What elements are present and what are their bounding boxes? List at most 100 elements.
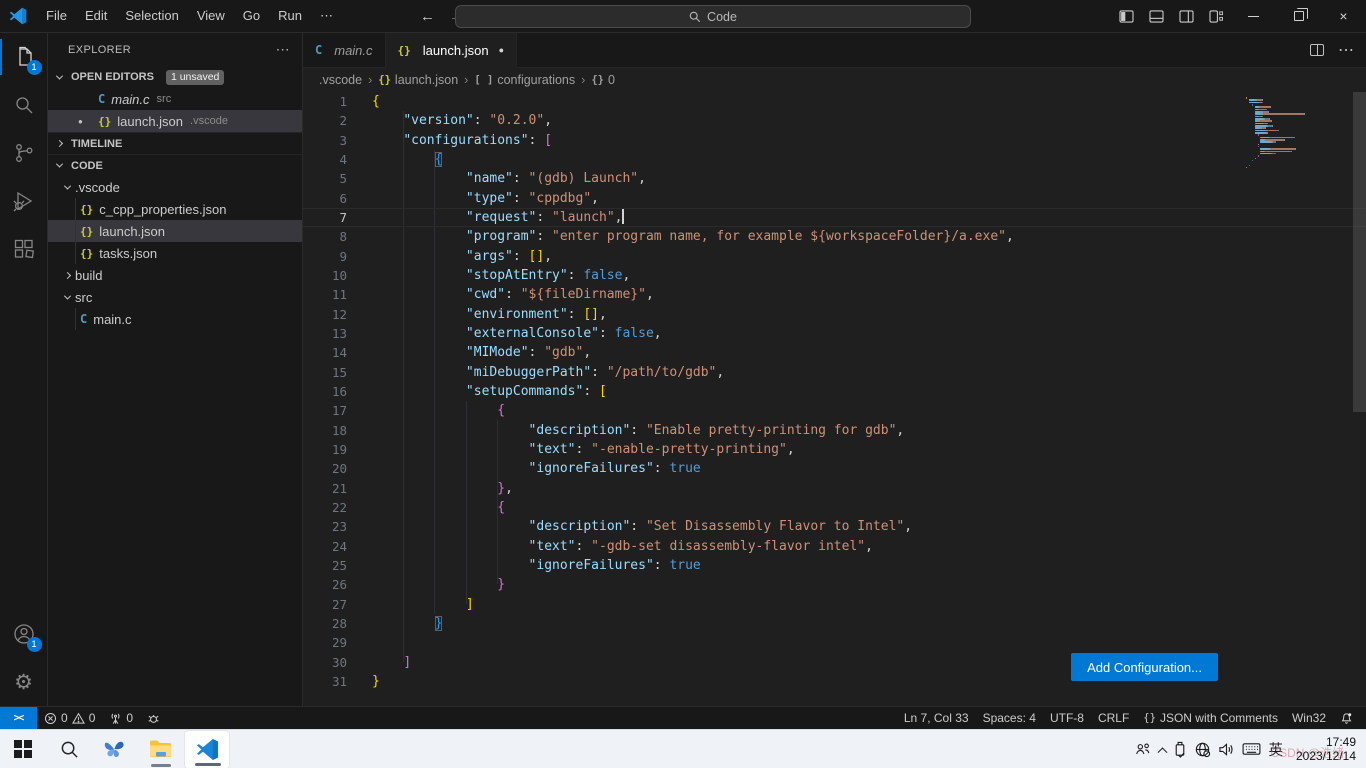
add-configuration-button[interactable]: Add Configuration... (1071, 653, 1218, 681)
line-number[interactable]: 25 (303, 556, 347, 575)
taskbar-search-button[interactable] (46, 730, 92, 768)
touch-keyboard-icon[interactable] (1242, 742, 1261, 756)
tree-item-src[interactable]: src (48, 286, 302, 308)
vscode-taskbar-button[interactable] (184, 730, 230, 768)
split-editor-icon[interactable] (1310, 44, 1324, 56)
menu-item-run[interactable]: Run (269, 5, 311, 27)
code-line-4[interactable]: 4 { (303, 150, 1366, 169)
line-number[interactable]: 21 (303, 479, 347, 498)
menu-item-go[interactable]: Go (234, 5, 269, 27)
scrollbar-thumb[interactable] (1353, 92, 1366, 412)
line-number[interactable]: 9 (303, 247, 347, 266)
line-number[interactable]: 11 (303, 285, 347, 304)
line-number[interactable]: 26 (303, 575, 347, 594)
code-line-14[interactable]: 14 "MIMode": "gdb", (303, 343, 1366, 362)
status-utf-8[interactable]: UTF-8 (1043, 707, 1091, 729)
code-line-2[interactable]: 2 "version": "0.2.0", (303, 111, 1366, 130)
code-line-18[interactable]: 18 "description": "Enable pretty-printin… (303, 421, 1366, 440)
network-globe-icon[interactable] (1194, 741, 1211, 758)
line-number[interactable]: 28 (303, 614, 347, 633)
menu-item-file[interactable]: File (37, 5, 76, 27)
speaker-icon[interactable] (1218, 742, 1235, 757)
line-number[interactable]: 31 (303, 672, 347, 691)
code-line-21[interactable]: 21 }, (303, 479, 1366, 498)
code-line-26[interactable]: 26 } (303, 575, 1366, 594)
line-number[interactable]: 7 (303, 208, 347, 227)
open-editor-launch.json[interactable]: ●{}launch.json.vscode (48, 110, 302, 132)
status-win32[interactable]: Win32 (1285, 707, 1333, 729)
line-number[interactable]: 22 (303, 498, 347, 517)
tree-item-.vscode[interactable]: .vscode (48, 176, 302, 198)
menu-item-view[interactable]: View (188, 5, 234, 27)
code-line-23[interactable]: 23 "description": "Set Disassembly Flavo… (303, 517, 1366, 536)
line-number[interactable]: 20 (303, 459, 347, 478)
code-line-11[interactable]: 11 "cwd": "${fileDirname}", (303, 285, 1366, 304)
menu-item-more[interactable]: ⋯ (311, 5, 342, 27)
code-line-25[interactable]: 25 "ignoreFailures": true (303, 556, 1366, 575)
code-line-3[interactable]: 3 "configurations": [ (303, 131, 1366, 150)
line-number[interactable]: 4 (303, 150, 347, 169)
remote-indicator[interactable]: >< (0, 707, 37, 729)
close-button[interactable]: × (1321, 0, 1366, 32)
breadcrumb-item-launch.json[interactable]: {}launch.json (378, 73, 458, 87)
problems-status[interactable]: 0 0 (37, 707, 102, 729)
code-line-16[interactable]: 16 "setupCommands": [ (303, 382, 1366, 401)
line-number[interactable]: 18 (303, 421, 347, 440)
code-line-20[interactable]: 20 "ignoreFailures": true (303, 459, 1366, 478)
settings-gear-icon[interactable]: ⚙ (0, 658, 48, 706)
toggle-sidebar-icon[interactable] (1111, 0, 1141, 32)
code-line-24[interactable]: 24 "text": "-gdb-set disassembly-flavor … (303, 537, 1366, 556)
line-number[interactable]: 27 (303, 595, 347, 614)
tree-item-c_cpp_properties.json[interactable]: {}c_cpp_properties.json (48, 198, 302, 220)
code-editor[interactable]: 1{2 "version": "0.2.0",3 "configurations… (303, 92, 1366, 706)
status-crlf[interactable]: CRLF (1091, 707, 1136, 729)
code-section-header[interactable]: CODE (48, 154, 302, 176)
line-number[interactable]: 3 (303, 131, 347, 150)
explorer-activity-icon[interactable]: 1 (0, 33, 48, 81)
breadcrumb-item-0[interactable]: {}0 (591, 73, 615, 87)
menu-item-selection[interactable]: Selection (116, 5, 187, 27)
code-line-17[interactable]: 17 { (303, 401, 1366, 420)
open-editors-header[interactable]: OPEN EDITORS 1 unsaved (48, 66, 302, 88)
line-number[interactable]: 16 (303, 382, 347, 401)
usb-icon[interactable] (1173, 741, 1187, 758)
minimize-button[interactable] (1231, 0, 1276, 32)
line-number[interactable]: 19 (303, 440, 347, 459)
code-line-8[interactable]: 8 "program": "enter program name, for ex… (303, 227, 1366, 246)
line-number[interactable]: 29 (303, 633, 347, 652)
debug-status[interactable] (140, 707, 168, 729)
code-line-7[interactable]: 7 "request": "launch", (303, 208, 1366, 227)
code-line-6[interactable]: 6 "type": "cppdbg", (303, 189, 1366, 208)
accounts-icon[interactable]: 1 (0, 610, 48, 658)
open-editor-main.c[interactable]: Cmain.csrc (48, 88, 302, 110)
code-line-29[interactable]: 29 (303, 633, 1366, 652)
line-number[interactable]: 23 (303, 517, 347, 536)
ports-status[interactable]: 0 (102, 707, 140, 729)
toggle-panel-icon[interactable] (1141, 0, 1171, 32)
notifications-bell-icon[interactable] (1333, 707, 1360, 729)
code-line-15[interactable]: 15 "miDebuggerPath": "/path/to/gdb", (303, 363, 1366, 382)
toggle-secondary-sidebar-icon[interactable] (1171, 0, 1201, 32)
status-spaces-4[interactable]: Spaces: 4 (976, 707, 1043, 729)
command-center-search[interactable]: Code (455, 5, 971, 28)
status-ln-7-col-33[interactable]: Ln 7, Col 33 (897, 707, 976, 729)
tab-launch-json[interactable]: {} launch.json ● (386, 33, 517, 68)
clock[interactable]: 17:49 2023/12/14 (1290, 735, 1356, 764)
search-activity-icon[interactable] (0, 81, 48, 129)
explorer-more-actions-icon[interactable]: ⋯ (276, 41, 290, 58)
source-control-activity-icon[interactable] (0, 129, 48, 177)
line-number[interactable]: 5 (303, 169, 347, 188)
back-arrow-icon[interactable]: ← (420, 8, 435, 25)
tree-item-build[interactable]: build (48, 264, 302, 286)
line-number[interactable]: 12 (303, 305, 347, 324)
code-line-9[interactable]: 9 "args": [], (303, 247, 1366, 266)
tab-main-c[interactable]: C main.c (303, 33, 386, 67)
tray-overflow-chevron-icon[interactable] (1158, 747, 1168, 757)
code-line-1[interactable]: 1{ (303, 92, 1366, 111)
customize-layout-icon[interactable] (1201, 0, 1231, 32)
file-explorer-button[interactable] (138, 730, 184, 768)
breadcrumb-item-configurations[interactable]: [ ]configurations (474, 73, 575, 87)
menu-item-edit[interactable]: Edit (76, 5, 116, 27)
line-number[interactable]: 24 (303, 537, 347, 556)
editor-more-actions-icon[interactable]: ⋯ (1338, 40, 1354, 60)
